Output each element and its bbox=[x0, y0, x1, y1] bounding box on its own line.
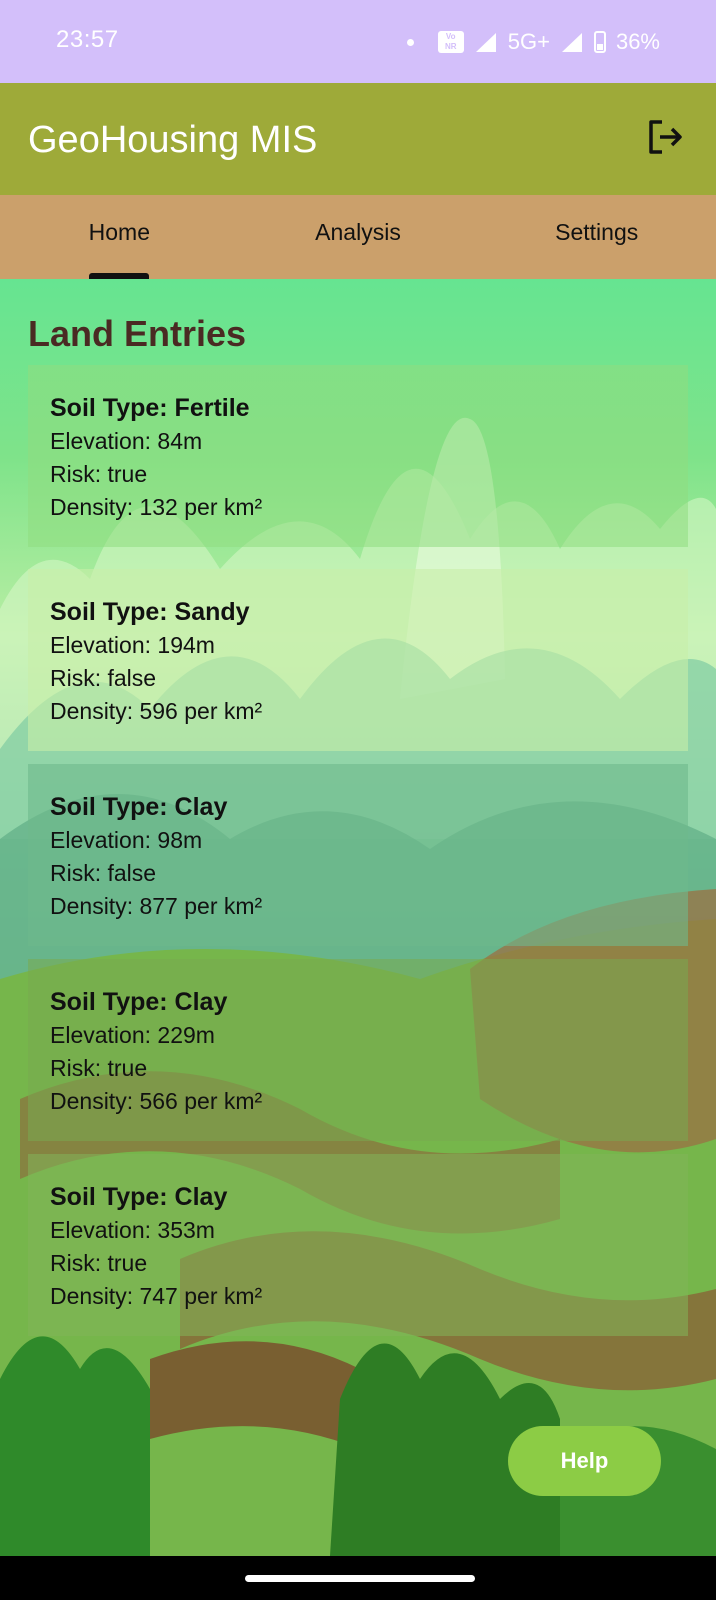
status-bar: 23:57 Vo NR 5G+ 36% bbox=[0, 0, 716, 83]
density: Density: 747 per km² bbox=[50, 1283, 263, 1309]
status-icons: Vo NR 5G+ 36% bbox=[406, 28, 660, 56]
risk: Risk: true bbox=[50, 1055, 148, 1081]
elevation: Elevation: 229m bbox=[50, 1022, 215, 1048]
app-title: GeoHousing MIS bbox=[28, 119, 318, 161]
elevation: Elevation: 98m bbox=[50, 827, 203, 853]
elevation: Elevation: 353m bbox=[50, 1217, 215, 1243]
soil-type: Soil Type: Sandy bbox=[50, 598, 250, 626]
land-entry-card[interactable]: Soil Type: Sandy Elevation: 194m Risk: f… bbox=[28, 569, 688, 751]
tab-settings-label: Settings bbox=[555, 218, 639, 245]
app-bar: GeoHousing MIS bbox=[0, 83, 716, 195]
signal-strength-icon bbox=[561, 33, 582, 52]
land-entry-card[interactable]: Soil Type: Clay Elevation: 353m Risk: tr… bbox=[28, 1154, 688, 1336]
battery-percentage: 36% bbox=[615, 29, 660, 54]
tab-bar: Home Analysis Settings bbox=[0, 195, 716, 279]
tab-home[interactable]: Home bbox=[0, 195, 239, 279]
volte-icon: Vo NR bbox=[437, 31, 464, 53]
density: Density: 132 per km² bbox=[50, 494, 263, 520]
soil-type: Soil Type: Clay bbox=[50, 1183, 228, 1211]
system-navigation-bar bbox=[0, 1556, 716, 1600]
density: Density: 596 per km² bbox=[50, 698, 263, 724]
risk: Risk: false bbox=[50, 860, 157, 886]
land-entry-card[interactable]: Soil Type: Clay Elevation: 229m Risk: tr… bbox=[28, 959, 688, 1141]
land-entries-screen[interactable]: Land Entries Soil Type: Fertile Elevatio… bbox=[0, 279, 716, 1556]
soil-type: Soil Type: Fertile bbox=[50, 394, 250, 422]
elevation: Elevation: 194m bbox=[50, 632, 215, 658]
density: Density: 566 per km² bbox=[50, 1088, 263, 1114]
density: Density: 877 per km² bbox=[50, 893, 263, 919]
risk: Risk: false bbox=[50, 665, 157, 691]
notification-dot-icon bbox=[406, 38, 414, 46]
land-entry-card[interactable]: Soil Type: Fertile Elevation: 84m Risk: … bbox=[28, 365, 688, 547]
tab-settings[interactable]: Settings bbox=[477, 195, 716, 279]
signal-icon bbox=[475, 33, 496, 52]
status-time: 23:57 bbox=[56, 26, 119, 53]
tab-analysis[interactable]: Analysis bbox=[239, 195, 478, 279]
soil-type: Soil Type: Clay bbox=[50, 988, 228, 1016]
tab-home-label: Home bbox=[88, 218, 151, 245]
battery-icon bbox=[593, 31, 606, 53]
risk: Risk: true bbox=[50, 1250, 148, 1276]
soil-type: Soil Type: Clay bbox=[50, 793, 228, 821]
risk: Risk: true bbox=[50, 461, 148, 487]
tab-analysis-label: Analysis bbox=[315, 218, 401, 245]
section-title: Land Entries bbox=[28, 313, 247, 354]
home-indicator[interactable] bbox=[245, 1575, 475, 1582]
elevation: Elevation: 84m bbox=[50, 428, 203, 454]
network-type-label: 5G+ bbox=[507, 29, 550, 54]
logout-icon[interactable] bbox=[646, 117, 686, 157]
land-entry-card[interactable]: Soil Type: Clay Elevation: 98m Risk: fal… bbox=[28, 764, 688, 946]
help-button[interactable]: Help bbox=[508, 1426, 661, 1496]
